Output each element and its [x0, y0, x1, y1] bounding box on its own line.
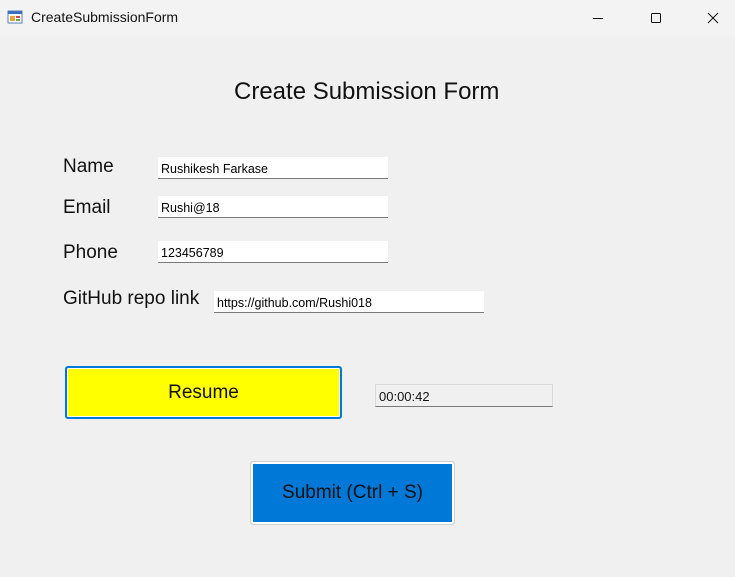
maximize-button[interactable]	[633, 0, 679, 36]
name-label: Name	[63, 156, 114, 177]
maximize-icon	[651, 13, 661, 23]
title-bar[interactable]: CreateSubmissionForm	[0, 0, 735, 36]
form-title: Create Submission Form	[234, 78, 500, 105]
close-button[interactable]	[690, 0, 735, 36]
minimize-icon	[593, 18, 603, 19]
phone-field[interactable]	[158, 241, 388, 263]
name-field[interactable]	[158, 157, 388, 179]
minimize-button[interactable]	[575, 0, 621, 36]
resume-button-label: Resume	[168, 381, 239, 403]
close-icon	[707, 12, 719, 24]
timer-display: 00:00:42	[375, 384, 553, 407]
email-field[interactable]	[158, 196, 388, 218]
phone-label: Phone	[63, 242, 118, 263]
github-label: GitHub repo link	[63, 288, 200, 309]
window-title: CreateSubmissionForm	[31, 9, 179, 25]
submit-button[interactable]: Submit (Ctrl + S)	[250, 461, 455, 525]
email-label: Email	[63, 197, 111, 218]
github-link-field[interactable]	[214, 291, 484, 313]
create-submission-window: CreateSubmissionForm Create Submission F…	[0, 0, 735, 577]
app-icon	[7, 9, 23, 25]
resume-button[interactable]: Resume	[65, 366, 342, 419]
submit-button-label: Submit (Ctrl + S)	[282, 482, 423, 503]
